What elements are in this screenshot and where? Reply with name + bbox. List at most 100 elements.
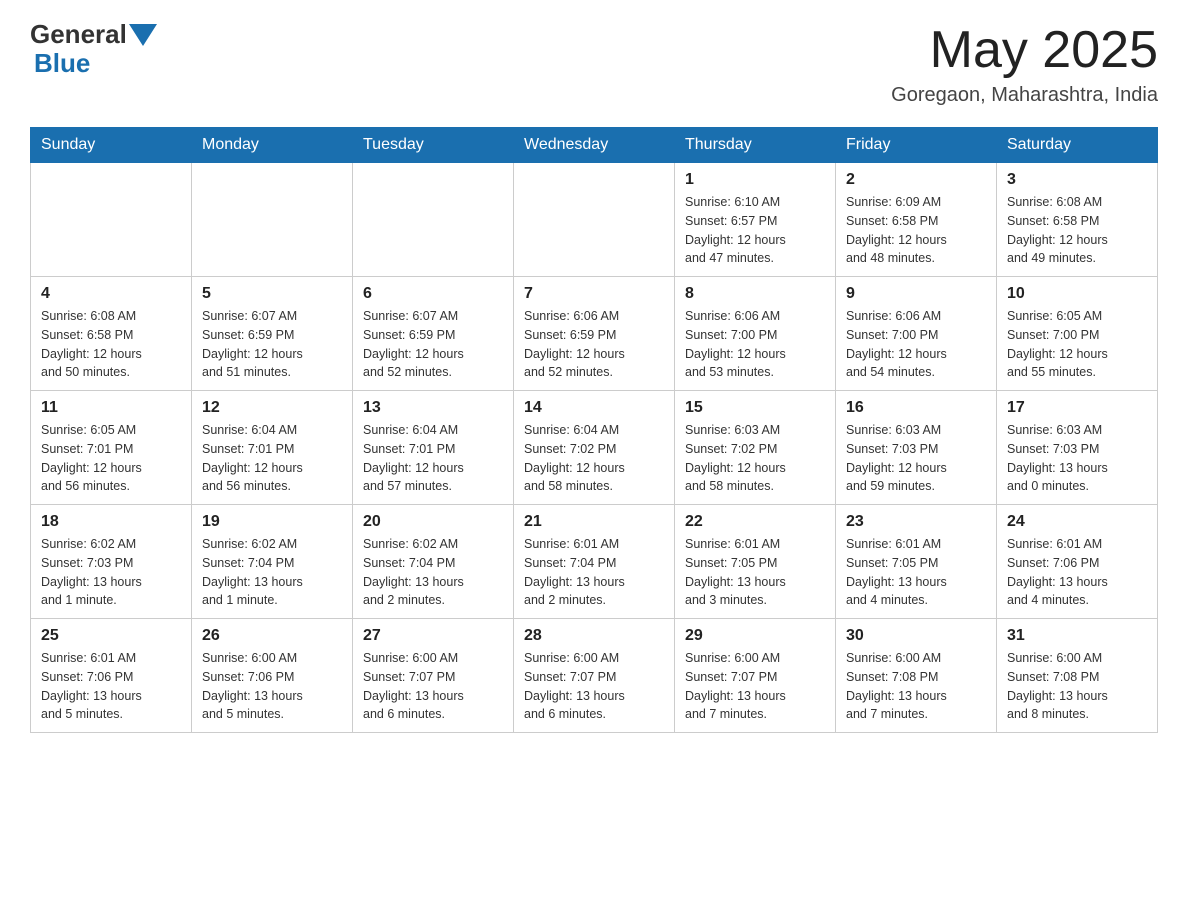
calendar-week-row: 11 Sunrise: 6:05 AMSunset: 7:01 PMDayligh… <box>31 391 1158 505</box>
calendar-week-row: 18 Sunrise: 6:02 AMSunset: 7:03 PMDayligh… <box>31 505 1158 619</box>
day-info: Sunrise: 6:00 AMSunset: 7:08 PMDaylight:… <box>1007 649 1147 724</box>
day-info: Sunrise: 6:01 AMSunset: 7:06 PMDaylight:… <box>41 649 181 724</box>
day-number: 16 <box>846 399 986 417</box>
day-info: Sunrise: 6:08 AMSunset: 6:58 PMDaylight:… <box>41 307 181 382</box>
day-info: Sunrise: 6:07 AMSunset: 6:59 PMDaylight:… <box>363 307 503 382</box>
day-info: Sunrise: 6:00 AMSunset: 7:08 PMDaylight:… <box>846 649 986 724</box>
calendar-week-row: 25Sunrise: 6:01 AMSunset: 7:06 PMDayligh… <box>31 619 1158 733</box>
table-row: 21 Sunrise: 6:01 AMSunset: 7:04 PMDayligh… <box>514 505 675 619</box>
day-number: 17 <box>1007 399 1147 417</box>
logo: General Blue <box>30 20 157 77</box>
day-number: 13 <box>363 399 503 417</box>
calendar-week-row: 4 Sunrise: 6:08 AMSunset: 6:58 PMDaylight… <box>31 277 1158 391</box>
logo-text-general: General <box>30 20 127 49</box>
day-number: 26 <box>202 627 342 645</box>
table-row: 23 Sunrise: 6:01 AMSunset: 7:05 PMDayligh… <box>836 505 997 619</box>
day-info: Sunrise: 6:00 AMSunset: 7:06 PMDaylight:… <box>202 649 342 724</box>
day-number: 12 <box>202 399 342 417</box>
day-info: Sunrise: 6:03 AMSunset: 7:02 PMDaylight:… <box>685 421 825 496</box>
table-row: 29 Sunrise: 6:00 AMSunset: 7:07 PMDayligh… <box>675 619 836 733</box>
day-number: 7 <box>524 285 664 303</box>
day-number: 8 <box>685 285 825 303</box>
day-number: 15 <box>685 399 825 417</box>
day-info: Sunrise: 6:10 AMSunset: 6:57 PMDaylight:… <box>685 193 825 268</box>
page-header: General Blue May 2025 Goregaon, Maharash… <box>30 20 1158 107</box>
day-number: 24 <box>1007 513 1147 531</box>
day-number: 5 <box>202 285 342 303</box>
table-row: 12Sunrise: 6:04 AMSunset: 7:01 PMDayligh… <box>192 391 353 505</box>
day-info: Sunrise: 6:04 AMSunset: 7:02 PMDaylight:… <box>524 421 664 496</box>
day-info: Sunrise: 6:01 AMSunset: 7:05 PMDaylight:… <box>846 535 986 610</box>
day-info: Sunrise: 6:06 AMSunset: 7:00 PMDaylight:… <box>685 307 825 382</box>
day-info: Sunrise: 6:00 AMSunset: 7:07 PMDaylight:… <box>685 649 825 724</box>
table-row: 9Sunrise: 6:06 AMSunset: 7:00 PMDaylight… <box>836 277 997 391</box>
day-number: 10 <box>1007 285 1147 303</box>
table-row: 26 Sunrise: 6:00 AMSunset: 7:06 PMDayligh… <box>192 619 353 733</box>
col-wednesday: Wednesday <box>514 128 675 163</box>
table-row: 30 Sunrise: 6:00 AMSunset: 7:08 PMDayligh… <box>836 619 997 733</box>
day-number: 2 <box>846 171 986 189</box>
day-info: Sunrise: 6:02 AMSunset: 7:04 PMDaylight:… <box>363 535 503 610</box>
col-sunday: Sunday <box>31 128 192 163</box>
table-row: 24 Sunrise: 6:01 AMSunset: 7:06 PMDayligh… <box>997 505 1158 619</box>
col-saturday: Saturday <box>997 128 1158 163</box>
table-row: 8 Sunrise: 6:06 AMSunset: 7:00 PMDaylight… <box>675 277 836 391</box>
day-number: 18 <box>41 513 181 531</box>
table-row: 14 Sunrise: 6:04 AMSunset: 7:02 PMDayligh… <box>514 391 675 505</box>
day-info: Sunrise: 6:02 AMSunset: 7:03 PMDaylight:… <box>41 535 181 610</box>
day-info: Sunrise: 6:06 AMSunset: 6:59 PMDaylight:… <box>524 307 664 382</box>
table-row: 2 Sunrise: 6:09 AMSunset: 6:58 PMDaylight… <box>836 163 997 277</box>
day-info: Sunrise: 6:03 AMSunset: 7:03 PMDaylight:… <box>846 421 986 496</box>
calendar-table: Sunday Monday Tuesday Wednesday Thursday… <box>30 127 1158 733</box>
table-row: 15 Sunrise: 6:03 AMSunset: 7:02 PMDayligh… <box>675 391 836 505</box>
day-number: 21 <box>524 513 664 531</box>
day-number: 28 <box>524 627 664 645</box>
table-row: 6 Sunrise: 6:07 AMSunset: 6:59 PMDaylight… <box>353 277 514 391</box>
day-number: 22 <box>685 513 825 531</box>
table-row: 11 Sunrise: 6:05 AMSunset: 7:01 PMDayligh… <box>31 391 192 505</box>
table-row: 5 Sunrise: 6:07 AMSunset: 6:59 PMDaylight… <box>192 277 353 391</box>
table-row: 22 Sunrise: 6:01 AMSunset: 7:05 PMDayligh… <box>675 505 836 619</box>
table-row: 7 Sunrise: 6:06 AMSunset: 6:59 PMDaylight… <box>514 277 675 391</box>
table-row <box>514 163 675 277</box>
day-number: 20 <box>363 513 503 531</box>
month-title: May 2025 <box>891 20 1158 80</box>
location-title: Goregaon, Maharashtra, India <box>891 84 1158 107</box>
table-row: 18 Sunrise: 6:02 AMSunset: 7:03 PMDayligh… <box>31 505 192 619</box>
day-info: Sunrise: 6:00 AMSunset: 7:07 PMDaylight:… <box>524 649 664 724</box>
title-block: May 2025 Goregaon, Maharashtra, India <box>891 20 1158 107</box>
table-row: 28 Sunrise: 6:00 AMSunset: 7:07 PMDayligh… <box>514 619 675 733</box>
day-info: Sunrise: 6:03 AMSunset: 7:03 PMDaylight:… <box>1007 421 1147 496</box>
day-number: 1 <box>685 171 825 189</box>
table-row: 4 Sunrise: 6:08 AMSunset: 6:58 PMDaylight… <box>31 277 192 391</box>
table-row <box>353 163 514 277</box>
table-row: 1 Sunrise: 6:10 AMSunset: 6:57 PMDaylight… <box>675 163 836 277</box>
day-info: Sunrise: 6:07 AMSunset: 6:59 PMDaylight:… <box>202 307 342 382</box>
day-info: Sunrise: 6:01 AMSunset: 7:06 PMDaylight:… <box>1007 535 1147 610</box>
day-info: Sunrise: 6:05 AMSunset: 7:01 PMDaylight:… <box>41 421 181 496</box>
day-number: 23 <box>846 513 986 531</box>
day-info: Sunrise: 6:01 AMSunset: 7:04 PMDaylight:… <box>524 535 664 610</box>
day-number: 29 <box>685 627 825 645</box>
day-number: 14 <box>524 399 664 417</box>
day-number: 3 <box>1007 171 1147 189</box>
day-info: Sunrise: 6:08 AMSunset: 6:58 PMDaylight:… <box>1007 193 1147 268</box>
table-row: 27Sunrise: 6:00 AMSunset: 7:07 PMDayligh… <box>353 619 514 733</box>
day-number: 19 <box>202 513 342 531</box>
table-row <box>192 163 353 277</box>
day-number: 27 <box>363 627 503 645</box>
table-row: 10Sunrise: 6:05 AMSunset: 7:00 PMDayligh… <box>997 277 1158 391</box>
col-tuesday: Tuesday <box>353 128 514 163</box>
day-number: 30 <box>846 627 986 645</box>
day-number: 11 <box>41 399 181 417</box>
day-info: Sunrise: 6:09 AMSunset: 6:58 PMDaylight:… <box>846 193 986 268</box>
calendar-header-row: Sunday Monday Tuesday Wednesday Thursday… <box>31 128 1158 163</box>
calendar-week-row: 1 Sunrise: 6:10 AMSunset: 6:57 PMDaylight… <box>31 163 1158 277</box>
day-number: 4 <box>41 285 181 303</box>
day-info: Sunrise: 6:02 AMSunset: 7:04 PMDaylight:… <box>202 535 342 610</box>
table-row: 25Sunrise: 6:01 AMSunset: 7:06 PMDayligh… <box>31 619 192 733</box>
day-number: 31 <box>1007 627 1147 645</box>
day-number: 6 <box>363 285 503 303</box>
day-info: Sunrise: 6:01 AMSunset: 7:05 PMDaylight:… <box>685 535 825 610</box>
table-row: 20 Sunrise: 6:02 AMSunset: 7:04 PMDayligh… <box>353 505 514 619</box>
